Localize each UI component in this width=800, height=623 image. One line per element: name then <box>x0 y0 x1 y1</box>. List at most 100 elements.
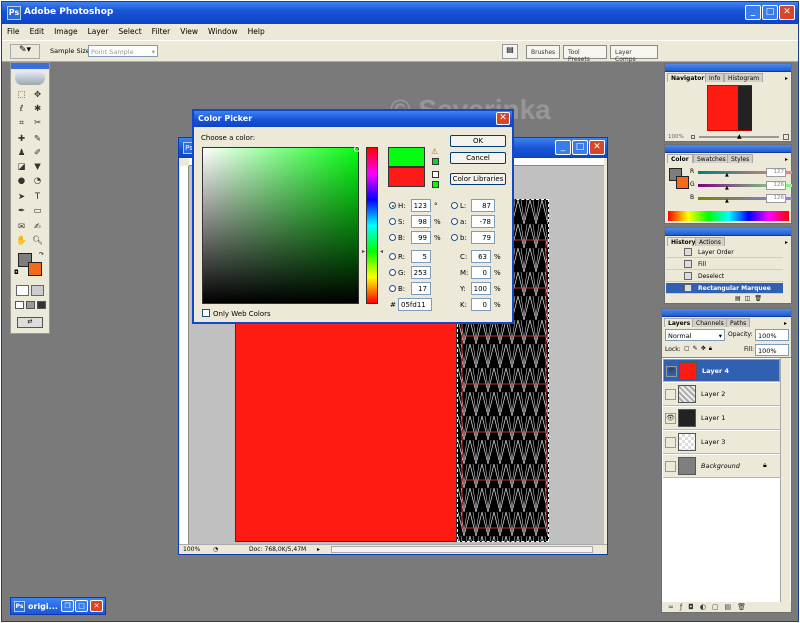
move-tool-icon[interactable]: ✥ <box>31 89 44 102</box>
eye-icon[interactable] <box>665 437 676 448</box>
color-field-cursor[interactable] <box>354 146 360 152</box>
only-web-colors-checkbox[interactable] <box>202 309 210 317</box>
lock-icons[interactable]: ▢✎✥🔒︎ <box>684 345 715 353</box>
hsb-h-radio[interactable] <box>389 202 396 209</box>
task-close-button[interactable]: ✕ <box>90 600 103 612</box>
color-libraries-button[interactable]: Color Libraries <box>450 173 506 185</box>
m-field[interactable]: 0 <box>471 266 491 279</box>
fill-field[interactable]: 100% <box>755 344 789 356</box>
navigator-thumbnail[interactable] <box>707 85 752 131</box>
menu-help[interactable]: Help <box>243 24 270 36</box>
menu-edit[interactable]: Edit <box>25 24 50 36</box>
crop-tool-icon[interactable]: ⌗ <box>15 117 28 130</box>
k-field[interactable]: 0 <box>471 298 491 311</box>
layer-row-layer-1[interactable]: 👁︎ Layer 1 <box>663 407 780 430</box>
lab-l-radio[interactable] <box>451 202 458 209</box>
l-field[interactable]: 87 <box>471 199 495 212</box>
opacity-field[interactable]: 100% <box>755 329 789 341</box>
menu-filter[interactable]: Filter <box>147 24 176 36</box>
ok-button[interactable]: OK <box>450 135 506 147</box>
a-field[interactable]: -78 <box>471 215 495 228</box>
history-item[interactable]: Fill <box>666 259 783 270</box>
zoom-in-icon[interactable] <box>783 134 789 140</box>
tab-histogram[interactable]: Histogram <box>724 73 764 82</box>
panel-menu-icon[interactable]: ▸ <box>785 75 788 82</box>
slice-tool-icon[interactable]: ✂ <box>31 117 44 130</box>
minimized-document[interactable]: Ps origi... ❐ □ ✕ <box>10 597 106 615</box>
status-arrow-icon[interactable]: ◔ <box>213 546 218 553</box>
navigator-slider-thumb[interactable]: ▲ <box>737 133 742 140</box>
hsb-s-radio[interactable] <box>389 218 396 225</box>
doc-close-button[interactable]: ✕ <box>589 140 605 155</box>
color-r-value[interactable]: 127 <box>766 168 786 177</box>
blue-field[interactable]: 17 <box>411 282 431 295</box>
color-panel-header[interactable] <box>665 145 791 153</box>
history-panel-menu-icon[interactable]: ▸ <box>785 239 788 246</box>
tab-info[interactable]: Info <box>705 73 725 82</box>
quick-mask-icon[interactable] <box>31 285 44 296</box>
horizontal-scrollbar[interactable] <box>331 546 593 553</box>
color-g-thumb[interactable]: ▲ <box>725 185 729 191</box>
history-item[interactable]: Deselect <box>666 271 783 282</box>
cancel-button[interactable]: Cancel <box>450 152 506 164</box>
rgb-r-radio[interactable] <box>389 253 396 260</box>
swap-colors-icon[interactable]: ↷ <box>39 251 44 258</box>
layers-scrollbar[interactable] <box>780 358 790 602</box>
hsb-b-radio[interactable] <box>389 234 396 241</box>
g-field[interactable]: 253 <box>411 266 431 279</box>
layer-row-layer-4[interactable]: 👁︎ Layer 4 <box>663 359 780 382</box>
rgb-g-radio[interactable] <box>389 269 396 276</box>
screen-mode-standard-icon[interactable] <box>15 301 24 309</box>
screen-mode-menu-icon[interactable] <box>26 301 35 309</box>
history-item[interactable]: Layer Order <box>666 247 783 258</box>
hue-slider-left-arrow-icon[interactable]: ▸ <box>362 248 365 255</box>
layer-row-layer-2[interactable]: Layer 2 <box>663 383 780 406</box>
hex-field[interactable]: 05fd11 <box>398 298 432 311</box>
lab-b-field[interactable]: 79 <box>471 231 495 244</box>
menu-select[interactable]: Select <box>114 24 147 36</box>
menu-view[interactable]: View <box>175 24 203 36</box>
dodge-tool-icon[interactable]: ◔ <box>31 175 44 188</box>
layer-row-background[interactable]: Background 🔒︎ <box>663 455 780 478</box>
sample-size-select[interactable]: Point Sample ▾ <box>88 45 158 57</box>
maximize-button[interactable]: □ <box>762 5 778 20</box>
history-brush-icon[interactable]: ✐ <box>31 147 44 160</box>
eraser-tool-icon[interactable]: ◪ <box>15 161 28 174</box>
gamut-warning-icon[interactable]: ⚠ <box>431 147 438 156</box>
rgb-b-radio[interactable] <box>389 285 396 292</box>
background-color-swatch[interactable] <box>28 262 42 276</box>
clone-stamp-icon[interactable]: ♟ <box>15 147 28 160</box>
notes-tool-icon[interactable]: ✉ <box>15 221 28 234</box>
tab-styles[interactable]: Styles <box>727 154 754 163</box>
standard-mode-icon[interactable] <box>16 285 29 296</box>
eye-icon[interactable]: 👁︎ <box>666 366 677 377</box>
default-colors-icon[interactable]: ◘ <box>14 269 19 276</box>
zoom-level[interactable]: 100% <box>183 546 200 553</box>
layers-footer-icons[interactable]: ∞ƒ◘◐▢▤🗑︎ <box>668 603 752 611</box>
screen-mode-full-icon[interactable] <box>37 301 46 309</box>
paint-bucket-icon[interactable]: ▼ <box>31 161 44 174</box>
minimize-button[interactable]: _ <box>745 5 761 20</box>
menu-file[interactable]: File <box>2 24 25 36</box>
history-footer-icons[interactable]: ▤◫🗑︎ <box>735 295 766 302</box>
y-field[interactable]: 100 <box>471 282 491 295</box>
color-field[interactable] <box>202 146 360 304</box>
color-r-thumb[interactable]: ▲ <box>725 172 729 178</box>
color-panel-bg-swatch[interactable] <box>676 176 689 189</box>
eyedropper-preset-icon[interactable]: ✎▾ <box>10 44 40 59</box>
web-safe-cube-icon[interactable] <box>432 171 439 178</box>
menu-image[interactable]: Image <box>49 24 83 36</box>
eyedropper-tool-icon[interactable]: ✍ <box>31 221 44 234</box>
doc-maximize-button[interactable]: □ <box>572 140 588 155</box>
s-field[interactable]: 98 <box>411 215 431 228</box>
blend-mode-select[interactable]: Normal ▾ <box>665 329 725 341</box>
color-panel-menu-icon[interactable]: ▸ <box>785 156 788 163</box>
magic-wand-icon[interactable]: ✱ <box>31 103 44 116</box>
healing-brush-icon[interactable]: ✚ <box>15 133 28 146</box>
toolbox-grip[interactable] <box>11 63 49 69</box>
hue-slider[interactable] <box>366 147 378 304</box>
close-button[interactable]: ✕ <box>779 5 795 20</box>
tab-paths[interactable]: Paths <box>726 318 751 327</box>
eye-icon[interactable]: 👁︎ <box>665 413 676 424</box>
navigator-panel-header[interactable] <box>665 64 791 72</box>
